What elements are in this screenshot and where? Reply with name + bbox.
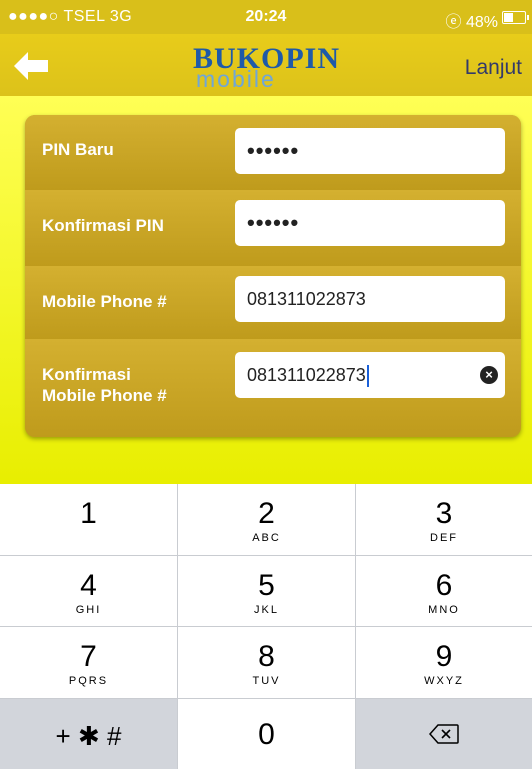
new-pin-input[interactable]: ••••••: [235, 128, 505, 174]
key-9[interactable]: 9 WXYZ: [356, 627, 532, 699]
key-delete[interactable]: [356, 699, 532, 769]
mobile-phone-label: Mobile Phone #: [42, 292, 167, 311]
lanjut-button[interactable]: Lanjut: [465, 56, 522, 80]
key-0[interactable]: 0: [178, 699, 356, 769]
key-7[interactable]: 7 PQRS: [0, 627, 178, 699]
text-cursor: [366, 365, 369, 388]
row-confirm-mobile-phone: Konfirmasi Mobile Phone # 081311022873 ×: [25, 339, 521, 437]
confirm-pin-input[interactable]: ••••••: [235, 200, 505, 246]
battery-icon: [502, 11, 529, 24]
row-confirm-pin: Konfirmasi PIN ••••••: [25, 190, 521, 267]
nav-bar: BUKOPIN mobile Lanjut: [0, 34, 532, 96]
row-new-pin: PIN Baru ••••••: [25, 115, 521, 191]
key-8[interactable]: 8 TUV: [178, 627, 356, 699]
mobile-phone-input[interactable]: 081311022873: [235, 276, 505, 322]
back-button[interactable]: [14, 52, 48, 80]
battery-percent: ⓔ 48%: [445, 14, 498, 31]
key-5[interactable]: 5 JKL: [178, 556, 356, 627]
confirm-mobile-phone-label: Konfirmasi Mobile Phone #: [42, 365, 167, 405]
new-pin-label: PIN Baru: [42, 140, 114, 159]
key-1[interactable]: 1: [0, 484, 178, 556]
row-mobile-phone: Mobile Phone # 081311022873: [25, 266, 521, 340]
numeric-keypad: 1 2 ABC 3 DEF 4 GHI 5 JKL 6 MNO 7 PQRS 8…: [0, 484, 532, 769]
bukopin-logo: BUKOPIN mobile: [193, 42, 341, 92]
left-arrow-icon: [14, 52, 48, 80]
confirm-mobile-phone-input[interactable]: 081311022873 ×: [235, 352, 505, 398]
backspace-icon: [428, 724, 459, 744]
confirm-pin-label: Konfirmasi PIN: [42, 216, 164, 235]
key-symbols[interactable]: + ✱ #: [0, 699, 178, 769]
status-bar: ●●●●○ TSEL 3G 20:24 ⓔ 48%: [0, 0, 532, 34]
form-card: PIN Baru •••••• Konfirmasi PIN •••••• Mo…: [25, 115, 521, 437]
key-2[interactable]: 2 ABC: [178, 484, 356, 556]
key-4[interactable]: 4 GHI: [0, 556, 178, 627]
clear-icon[interactable]: ×: [480, 366, 498, 384]
confirm-mobile-phone-value: 081311022873: [247, 365, 366, 385]
key-3[interactable]: 3 DEF: [356, 484, 532, 556]
key-6[interactable]: 6 MNO: [356, 556, 532, 627]
